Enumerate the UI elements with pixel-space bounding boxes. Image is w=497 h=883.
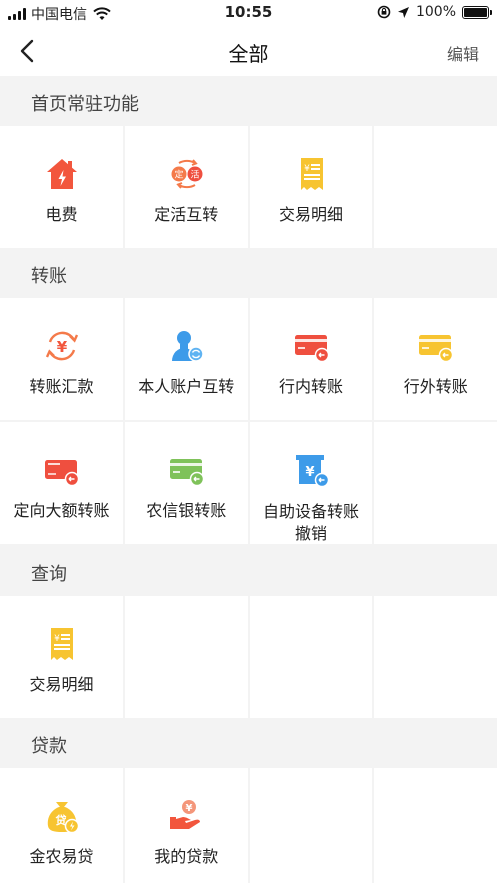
empty-tile bbox=[249, 768, 373, 883]
rotation-lock-icon bbox=[377, 5, 391, 19]
tile-in-bank-transfer[interactable]: 行内转账 bbox=[249, 298, 373, 420]
icon-text-demand: 活 bbox=[190, 169, 199, 181]
tile-label: 定向大额转账 bbox=[13, 501, 110, 520]
hand-coin-icon: ¥ bbox=[169, 800, 200, 829]
section-header-query: 查询 bbox=[0, 546, 497, 596]
tile-atm-transfer-revoke[interactable]: ¥ 自助设备转账 撤销 bbox=[249, 422, 373, 545]
tile-label: 定活互转 bbox=[154, 205, 219, 224]
section-header-home: 首页常驻功能 bbox=[0, 76, 497, 126]
tile-label: 转账汇款 bbox=[29, 377, 94, 396]
svg-text:¥: ¥ bbox=[185, 803, 192, 814]
tile-directed-large-transfer[interactable]: 定向大额转账 bbox=[0, 422, 123, 544]
section-header-transfer: 转账 bbox=[0, 248, 497, 298]
money-bag-icon: 贷 bbox=[47, 802, 80, 834]
svg-text:¥: ¥ bbox=[305, 465, 314, 480]
empty-tile bbox=[249, 596, 373, 718]
tile-label: 金农易贷 bbox=[29, 847, 94, 866]
edit-button[interactable]: 编辑 bbox=[447, 41, 479, 65]
section-title: 首页常驻功能 bbox=[31, 94, 139, 115]
tile-label: 自助设备转账 撤销 bbox=[250, 501, 373, 545]
grid-row-query: ¥ 交易明细 bbox=[0, 596, 497, 718]
empty-tile bbox=[374, 596, 497, 718]
receipt-icon: ¥ bbox=[51, 628, 73, 660]
empty-tile bbox=[374, 768, 497, 883]
fixed-demand-transfer-icon: 定 活 bbox=[171, 159, 203, 189]
section-header-loan: 贷款 bbox=[0, 718, 497, 768]
svg-text:¥: ¥ bbox=[57, 338, 68, 356]
tile-label: 农信银转账 bbox=[146, 501, 227, 520]
svg-text:¥: ¥ bbox=[304, 164, 310, 174]
tile-rural-credit-transfer[interactable]: 农信银转账 bbox=[124, 422, 248, 544]
tile-transfer-remittance[interactable]: ¥ 转账汇款 bbox=[0, 298, 123, 420]
empty-tile bbox=[374, 422, 497, 544]
tile-own-account-transfer[interactable]: 本人账户互转 bbox=[124, 298, 248, 420]
tile-label: 交易明细 bbox=[278, 205, 343, 224]
yen-exchange-icon: ¥ bbox=[45, 331, 79, 361]
tile-easy-loan[interactable]: 贷 金农易贷 bbox=[0, 768, 123, 883]
grid-row-transfer-1: ¥ 转账汇款 本人账户互转 行内转账 行外转账 bbox=[0, 298, 497, 420]
grid-row-transfer-2: 定向大额转账 农信银转账 ¥ 自助设备转账 撤销 bbox=[0, 422, 497, 544]
tile-my-loans[interactable]: ¥ 我的贷款 bbox=[124, 768, 248, 883]
page-title: 全部 bbox=[228, 42, 269, 66]
receipt-icon: ¥ bbox=[300, 158, 323, 190]
section-title: 查询 bbox=[31, 564, 67, 585]
tile-label-line1: 自助设备转账 bbox=[262, 502, 359, 521]
nav-bar: 全部 编辑 bbox=[0, 26, 497, 76]
empty-tile bbox=[124, 596, 248, 718]
red-large-card-icon bbox=[45, 460, 80, 487]
tile-electricity[interactable]: 电费 bbox=[0, 126, 123, 248]
tile-label: 交易明细 bbox=[29, 675, 94, 694]
location-icon bbox=[397, 6, 409, 18]
tile-transaction-details[interactable]: ¥ 交易明细 bbox=[249, 126, 373, 248]
red-card-icon bbox=[294, 335, 329, 363]
tile-out-bank-transfer[interactable]: 行外转账 bbox=[374, 298, 497, 420]
tile-label: 行外转账 bbox=[403, 377, 468, 396]
section-title: 贷款 bbox=[31, 736, 67, 757]
grid-row-loan: 贷 金农易贷 ¥ 我的贷款 bbox=[0, 768, 497, 883]
tile-fixed-demand-transfer[interactable]: 定 活 定活互转 bbox=[124, 126, 248, 248]
atm-icon: ¥ bbox=[295, 455, 329, 488]
yellow-card-icon bbox=[419, 335, 454, 363]
tile-label: 行内转账 bbox=[278, 377, 343, 396]
person-transfer-icon bbox=[171, 331, 204, 362]
tile-label-line2: 撤销 bbox=[294, 524, 327, 543]
tile-label: 电费 bbox=[45, 205, 78, 224]
icon-text-fixed: 定 bbox=[174, 169, 183, 181]
section-title: 转账 bbox=[31, 266, 67, 287]
battery-percent: 100% bbox=[415, 4, 456, 20]
green-card-icon bbox=[169, 459, 204, 487]
tile-label: 本人账户互转 bbox=[138, 377, 235, 396]
empty-tile bbox=[374, 126, 497, 248]
grid-row-home: 电费 定 活 定活互转 ¥ 交易明细 bbox=[0, 126, 497, 248]
status-bar: 中国电信 10:55 100% bbox=[0, 0, 497, 26]
tile-query-transaction-details[interactable]: ¥ 交易明细 bbox=[0, 596, 123, 718]
electricity-icon bbox=[47, 159, 77, 189]
battery-icon bbox=[462, 5, 492, 19]
tile-label: 我的贷款 bbox=[154, 847, 219, 866]
svg-text:¥: ¥ bbox=[54, 634, 60, 644]
